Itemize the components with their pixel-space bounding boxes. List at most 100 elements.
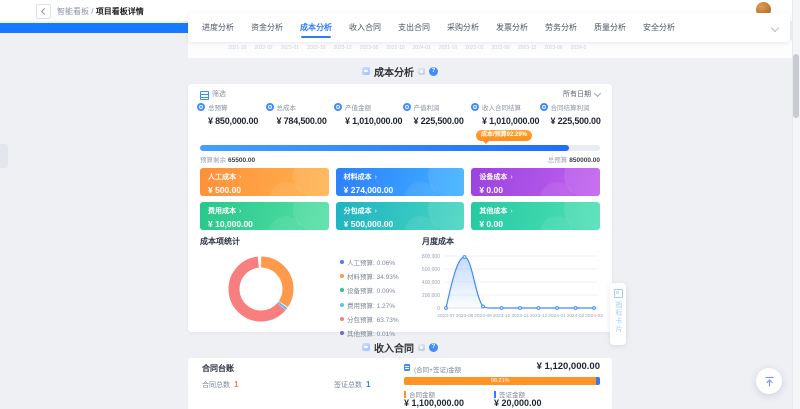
metric-cards-side-widget[interactable]: 指标卡片 <box>610 283 626 345</box>
back-button[interactable] <box>36 4 51 19</box>
legend-item-expense[interactable]: 费用预算: 1.27% <box>340 300 399 310</box>
kpi-output-profit: 产值利润 ¥ 225,500.00 <box>403 102 472 126</box>
arrow-right-icon: › <box>239 174 241 181</box>
coin-icon <box>403 103 411 111</box>
kpi-settlement-profit: 合同结算利润 ¥ 225,500.00 <box>540 102 609 126</box>
card-expense-cost[interactable]: 费用成本› ¥ 10,000.00 <box>200 202 329 230</box>
legend-dot <box>340 260 344 264</box>
help-icon[interactable]: ? <box>429 67 438 76</box>
kpi-output-amount: 产值金额 ¥ 1,010,000.00 <box>334 102 403 126</box>
amount-label: (合同+签证)金额 <box>414 364 461 374</box>
arrow-right-icon: › <box>510 208 512 215</box>
side-widget-label: 指标卡片 <box>613 301 623 333</box>
donut-legend: 人工预算: 0.06% 材料预算: 34.93% 设备预算: 0.00% 费用预… <box>340 257 399 342</box>
section-deco-icon <box>362 343 370 351</box>
card-equipment-cost[interactable]: 设备成本› ¥ 0.00 <box>471 168 600 196</box>
arrow-right-icon: › <box>375 174 377 181</box>
document-icon <box>404 364 410 371</box>
svg-text:200,000: 200,000 <box>422 293 440 299</box>
analysis-tab-bar: 进度分析 资金分析 成本分析 收入合同 支出合同 采购分析 发票分析 劳务分析 … <box>188 13 790 42</box>
income-section-title: 收入合同 <box>374 340 414 355</box>
card-other-cost[interactable]: 其他成本› ¥ 0.00 <box>471 202 600 230</box>
cost-category-cards: 人工成本› ¥ 500.00 材料成本› ¥ 274,000.00 设备成本› … <box>200 168 600 230</box>
svg-text:2023-09: 2023-09 <box>474 313 492 319</box>
contract-amount-value: ¥ 1,100,000.00 <box>404 398 464 408</box>
amount-value: ¥ 1,120,000.00 <box>537 361 600 372</box>
monthly-cost-area-chart: 800,000 600,000 400,000 200,000 0 2023-0… <box>404 246 606 330</box>
card-labor-cost[interactable]: 人工成本› ¥ 500.00 <box>200 168 329 196</box>
help-icon[interactable]: ? <box>429 343 438 352</box>
breadcrumb-root[interactable]: 智能看板 <box>57 7 89 16</box>
card-subcontract-cost[interactable]: 分包成本› ¥ 500,000.00 <box>336 202 465 230</box>
card-material-cost[interactable]: 材料成本› ¥ 274,000.00 <box>336 168 465 196</box>
tab-progress[interactable]: 进度分析 <box>202 13 234 42</box>
income-section-header: 收入合同 ? <box>188 340 612 354</box>
chevron-down-icon[interactable] <box>771 23 779 31</box>
kpi-income-settlement: 收入合同结算 ¥ 1,010,000.00 <box>471 102 540 126</box>
coin-icon <box>334 103 342 111</box>
legend-item-subcontract[interactable]: 分包预算: 63.73% <box>340 314 399 324</box>
scrollbar-thumb[interactable] <box>793 54 799 118</box>
contract-visa-ratio-bar: 98.21% <box>404 377 600 385</box>
background-blue-strip <box>0 23 189 33</box>
project-dashboard-page: 智能看板 / 项目看板详情 进度分析 资金分析 成本分析 收入合同 支出合同 采… <box>0 0 800 409</box>
legend-item-material[interactable]: 材料预算: 34.93% <box>340 271 399 281</box>
budget-progress-fill <box>200 145 569 151</box>
background-axis-dates: 2021-102022-022023-012022-102023-122023-… <box>228 45 586 51</box>
tab-procurement[interactable]: 采购分析 <box>447 13 479 42</box>
cards-icon <box>614 289 623 298</box>
pie-chart-title: 成本项统计 <box>200 236 240 247</box>
svg-text:2023-07: 2023-07 <box>437 313 455 319</box>
svg-text:2023-11: 2023-11 <box>511 313 529 319</box>
coin-icon <box>471 103 479 111</box>
svg-text:800,000: 800,000 <box>422 254 440 260</box>
breadcrumb-current: 项目看板详情 <box>96 7 144 16</box>
tab-labor[interactable]: 劳务分析 <box>545 13 577 42</box>
arrow-right-icon: › <box>239 208 241 215</box>
edit-icon[interactable] <box>418 68 425 75</box>
chevron-down-icon <box>594 89 601 96</box>
tab-expense-contract[interactable]: 支出合同 <box>398 13 430 42</box>
tab-funds[interactable]: 资金分析 <box>251 13 283 42</box>
contract-bar-segment: 98.21% <box>404 377 596 385</box>
coin-icon <box>197 103 205 111</box>
tab-cost[interactable]: 成本分析 <box>300 13 332 42</box>
svg-text:2024-02: 2024-02 <box>567 313 585 319</box>
visa-amount-value: ¥ 20,000.00 <box>494 398 542 408</box>
contract-ledger-card: 合同台账 合同总数1 签证总数1 (合同+签证)金额 ¥ 1,120,000.0… <box>188 358 612 409</box>
breadcrumb: 智能看板 / 项目看板详情 <box>57 6 144 17</box>
filter-icon <box>200 91 209 100</box>
arrow-right-icon: › <box>510 174 512 181</box>
visa-total: 签证总数1 <box>334 380 370 390</box>
cost-items-donut-chart <box>222 250 300 328</box>
svg-text:2023-08: 2023-08 <box>456 313 474 319</box>
tab-income-contract[interactable]: 收入合同 <box>349 13 381 42</box>
back-to-top-icon <box>764 376 775 387</box>
legend-marker <box>494 391 496 398</box>
legend-dot <box>340 331 344 335</box>
tab-safety[interactable]: 安全分析 <box>643 13 675 42</box>
legend-item-equipment[interactable]: 设备预算: 0.00% <box>340 285 399 295</box>
filter-label[interactable]: 筛选 <box>212 89 226 99</box>
legend-dot <box>340 303 344 307</box>
cost-section-title: 成本分析 <box>374 64 414 79</box>
back-to-top-button[interactable] <box>756 368 782 394</box>
cost-budget-ratio-badge: 成本/预算92.29% <box>476 130 532 141</box>
date-range-select[interactable]: 所有日期 <box>563 89 600 99</box>
visa-bar-segment <box>596 377 600 385</box>
arrow-right-icon: › <box>375 208 377 215</box>
svg-text:0: 0 <box>437 306 440 312</box>
legend-item-labor[interactable]: 人工预算: 0.06% <box>340 257 399 267</box>
budget-progress-labels: 预算剩余65500.00 总预算850000.00 <box>200 154 600 164</box>
legend-item-other[interactable]: 其他预算: 0.01% <box>340 328 399 338</box>
background-sliver <box>0 144 8 168</box>
legend-marker <box>404 391 406 398</box>
svg-text:600,000: 600,000 <box>422 267 440 273</box>
tab-quality[interactable]: 质量分析 <box>594 13 626 42</box>
cost-kpi-row: 总预算 ¥ 850,000.00 总成本 ¥ 784,500.00 产值金额 ¥… <box>197 102 608 126</box>
edit-icon[interactable] <box>418 344 425 351</box>
svg-text:2023-12: 2023-12 <box>530 313 548 319</box>
legend-dot <box>340 317 344 321</box>
svg-text:2024-03: 2024-03 <box>585 313 603 319</box>
tab-invoice[interactable]: 发票分析 <box>496 13 528 42</box>
